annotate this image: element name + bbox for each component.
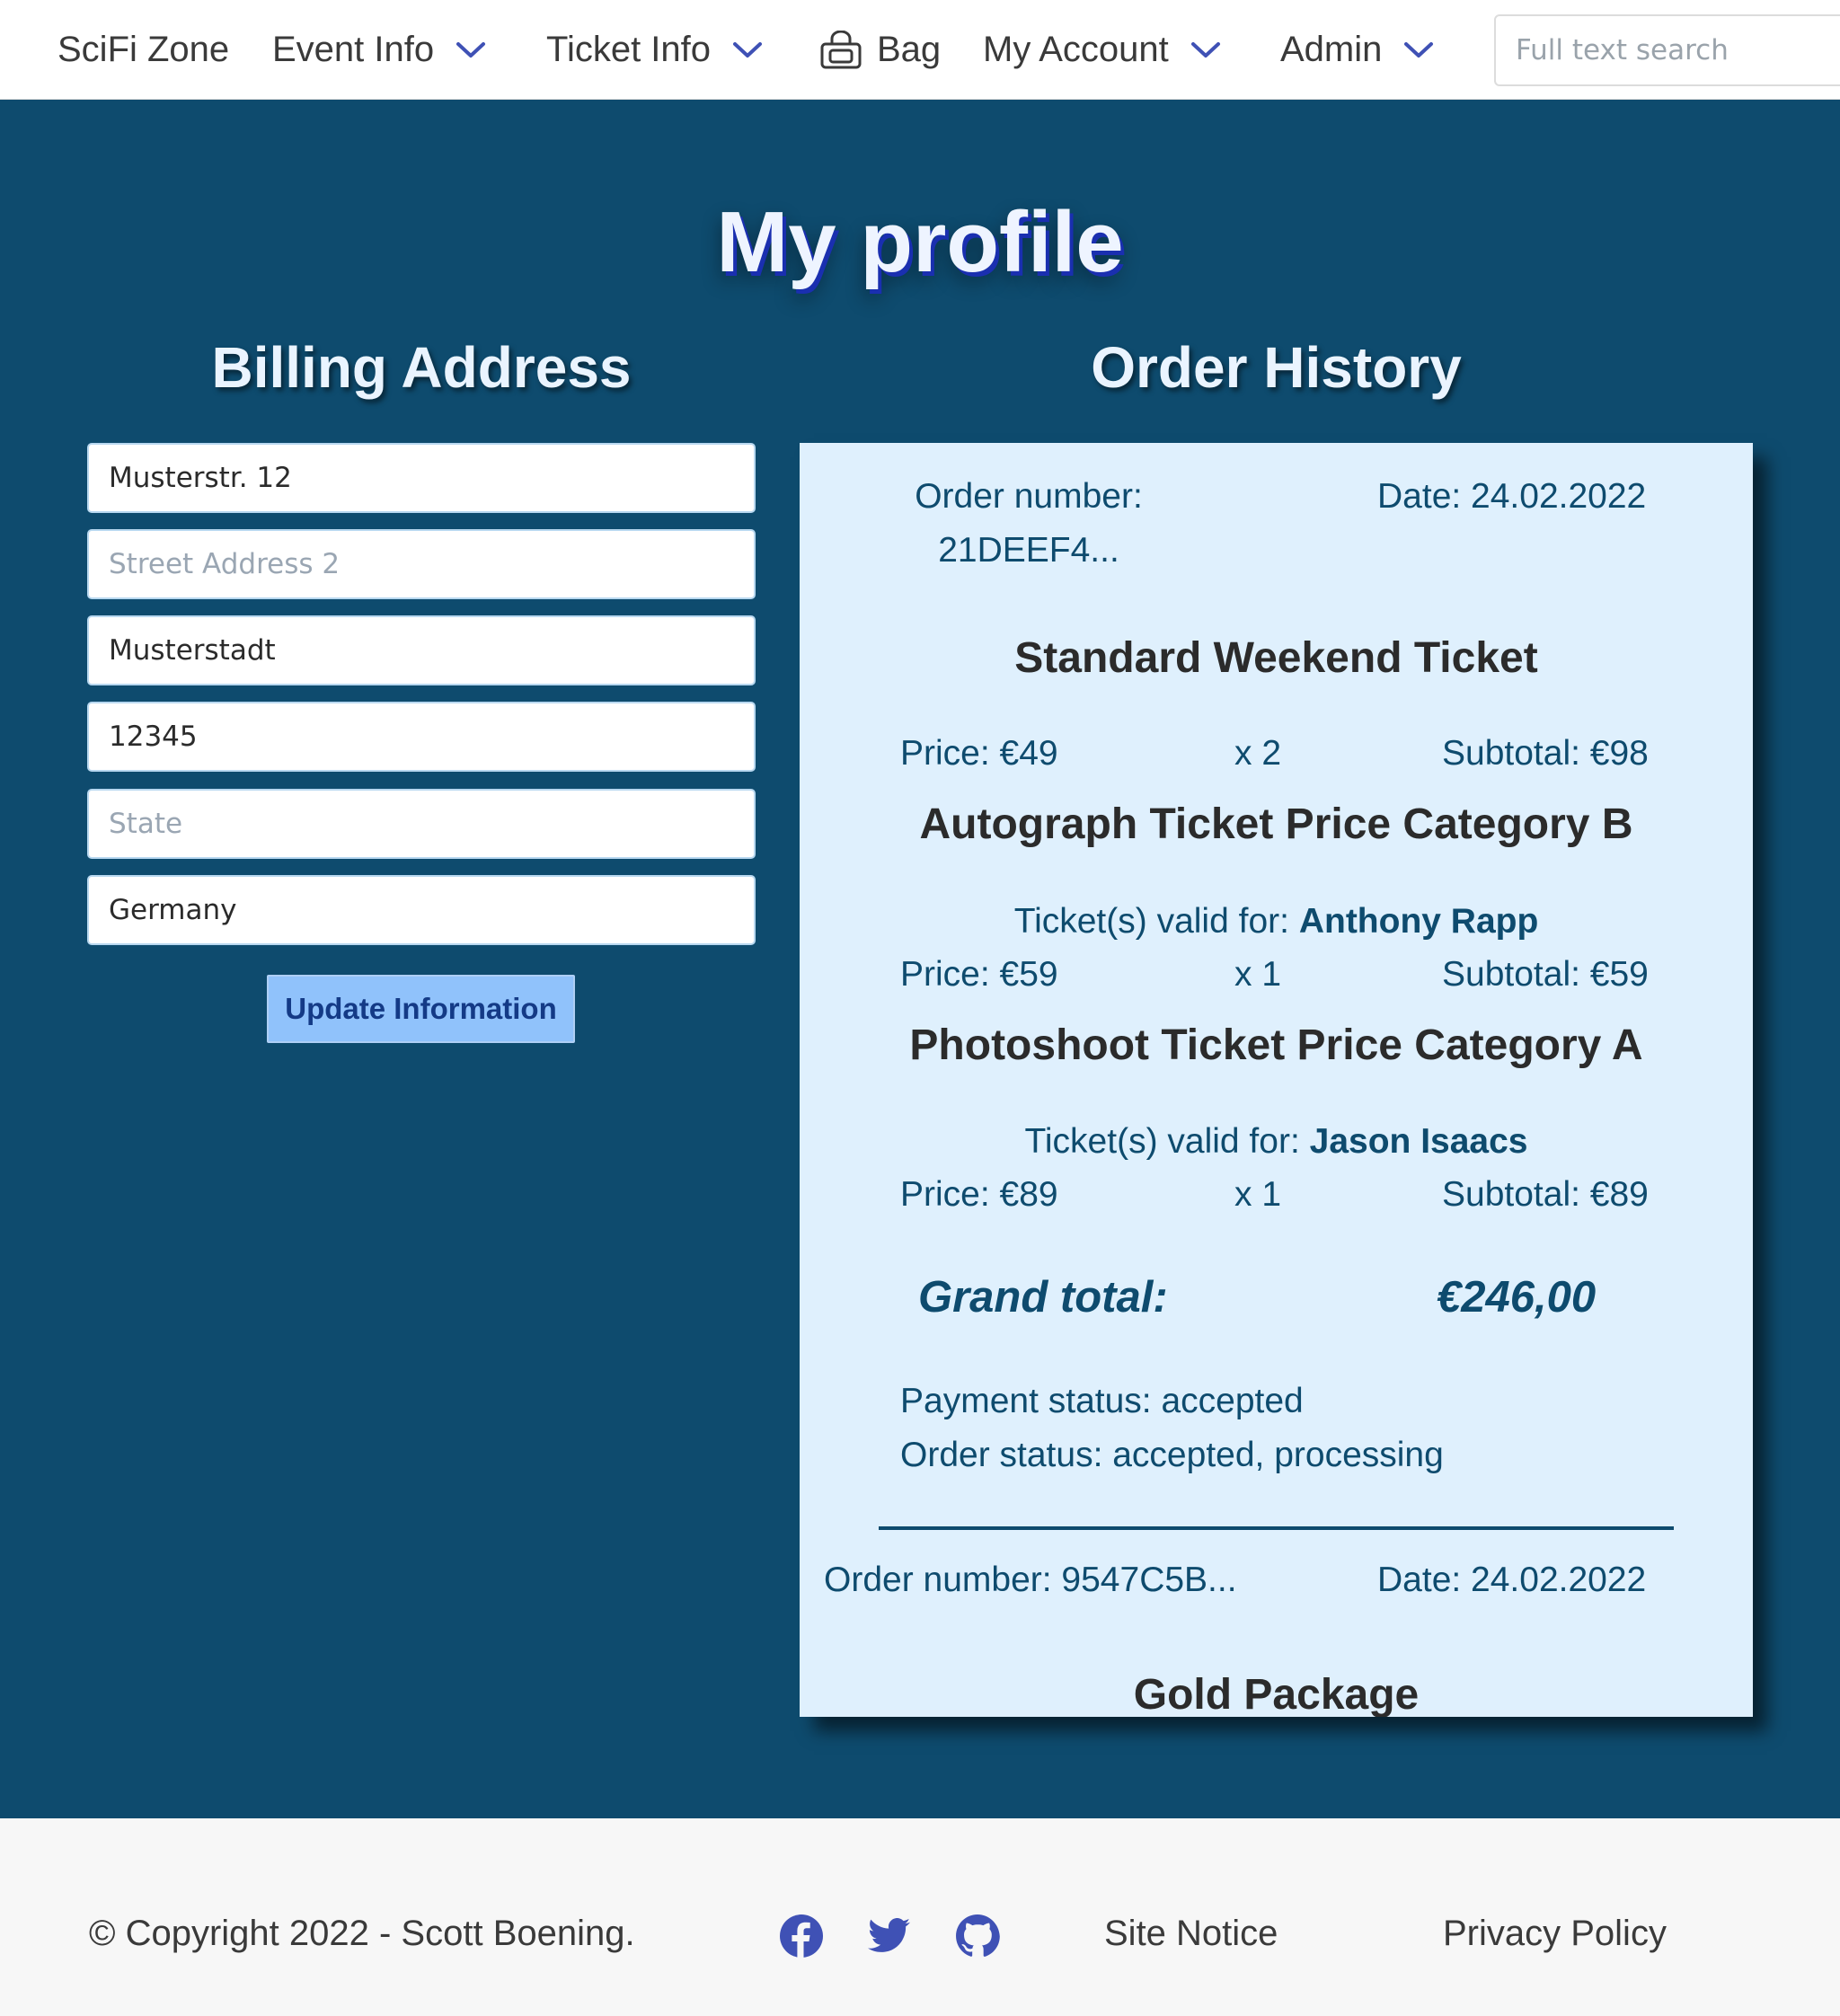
order-number: Order number: 9547C5B... bbox=[824, 1561, 1237, 1599]
street-address-1-input[interactable] bbox=[87, 443, 756, 513]
item-valid-for: Ticket(s) valid for: Anthony Rapp bbox=[800, 902, 1753, 942]
item-title: Photoshoot Ticket Price Category A bbox=[909, 1021, 1643, 1069]
navbar: SciFi Zone Event Info Ticket Info Bag My… bbox=[0, 0, 1840, 100]
item-subtotal: Subtotal: €98 bbox=[1442, 734, 1649, 773]
footer: © Copyright 2022 - Scott Boening. Site N… bbox=[0, 1818, 1840, 2016]
payment-status: Payment status: accepted bbox=[900, 1382, 1304, 1420]
chevron-down-icon bbox=[732, 41, 763, 59]
valid-for-name: Anthony Rapp bbox=[1298, 902, 1539, 941]
page-title: My profile bbox=[716, 194, 1124, 290]
facebook-icon[interactable] bbox=[779, 1914, 824, 1959]
nav-admin-label: Admin bbox=[1280, 30, 1383, 69]
order-history-panel: Order number: 21DEEF4... Date: 24.02.202… bbox=[800, 443, 1753, 1717]
site-notice-link[interactable]: Site Notice bbox=[1104, 1915, 1278, 1951]
state-input[interactable] bbox=[87, 789, 756, 859]
nav-ticket-info[interactable]: Ticket Info bbox=[546, 0, 763, 100]
order-divider bbox=[879, 1526, 1674, 1530]
update-information-button[interactable]: Update Information bbox=[267, 975, 575, 1043]
item-title: Autograph Ticket Price Category B bbox=[919, 800, 1633, 848]
item-quantity: x 2 bbox=[1234, 734, 1282, 773]
order-number-value: 21DEEF4... bbox=[938, 531, 1119, 570]
street-address-2-input[interactable] bbox=[87, 529, 756, 599]
item-price: Price: €89 bbox=[900, 1175, 1058, 1214]
item-price: Price: €59 bbox=[900, 955, 1058, 994]
brand-label: SciFi Zone bbox=[58, 30, 230, 69]
item-price: Price: €49 bbox=[900, 734, 1058, 773]
item-valid-for: Ticket(s) valid for: Jason Isaacs bbox=[800, 1122, 1753, 1163]
item-subtotal: Subtotal: €59 bbox=[1442, 955, 1649, 994]
order-history-heading: Order History bbox=[1091, 335, 1462, 400]
order-date: Date: 24.02.2022 bbox=[1377, 1561, 1647, 1599]
order-number-label: Order number: bbox=[915, 477, 1143, 516]
item-title: Gold Package bbox=[1133, 1671, 1420, 1717]
chevron-down-icon bbox=[1403, 41, 1434, 59]
valid-for-label: Ticket(s) valid for: bbox=[1013, 902, 1289, 941]
chevron-down-icon bbox=[456, 41, 486, 59]
nav-admin[interactable]: Admin bbox=[1280, 0, 1434, 100]
brand-link[interactable]: SciFi Zone bbox=[58, 0, 229, 100]
grand-total-value: €246,00 bbox=[1437, 1273, 1597, 1322]
item-subtotal: Subtotal: €89 bbox=[1442, 1175, 1649, 1214]
valid-for-name: Jason Isaacs bbox=[1309, 1122, 1528, 1161]
order-number: Order number: 21DEEF4... bbox=[880, 470, 1177, 578]
privacy-policy-link[interactable]: Privacy Policy bbox=[1443, 1915, 1667, 1951]
nav-my-account[interactable]: My Account bbox=[983, 0, 1221, 100]
postcode-input[interactable] bbox=[87, 702, 756, 772]
nav-my-account-label: My Account bbox=[983, 30, 1169, 69]
order-status: Order status: accepted, processing bbox=[900, 1436, 1444, 1474]
grand-total-label: Grand total: bbox=[918, 1273, 1168, 1322]
town-city-input[interactable] bbox=[87, 615, 756, 685]
twitter-icon[interactable] bbox=[867, 1914, 912, 1959]
item-quantity: x 1 bbox=[1234, 1175, 1282, 1214]
nav-ticket-info-label: Ticket Info bbox=[546, 30, 712, 69]
item-quantity: x 1 bbox=[1234, 955, 1282, 994]
search-input[interactable] bbox=[1494, 14, 1840, 86]
shopping-basket-icon bbox=[819, 30, 862, 70]
nav-bag[interactable]: Bag bbox=[819, 0, 941, 100]
github-icon[interactable] bbox=[955, 1914, 1000, 1959]
country-input[interactable] bbox=[87, 875, 756, 945]
billing-heading: Billing Address bbox=[211, 335, 632, 400]
copyright-text: © Copyright 2022 - Scott Boening. bbox=[89, 1914, 635, 1953]
nav-bag-label: Bag bbox=[877, 30, 942, 69]
nav-event-info[interactable]: Event Info bbox=[272, 0, 486, 100]
chevron-down-icon bbox=[1190, 41, 1221, 59]
valid-for-label: Ticket(s) valid for: bbox=[1024, 1122, 1300, 1161]
item-title: Standard Weekend Ticket bbox=[1014, 634, 1538, 682]
order-date: Date: 24.02.2022 bbox=[1377, 477, 1647, 516]
nav-event-info-label: Event Info bbox=[272, 30, 435, 69]
